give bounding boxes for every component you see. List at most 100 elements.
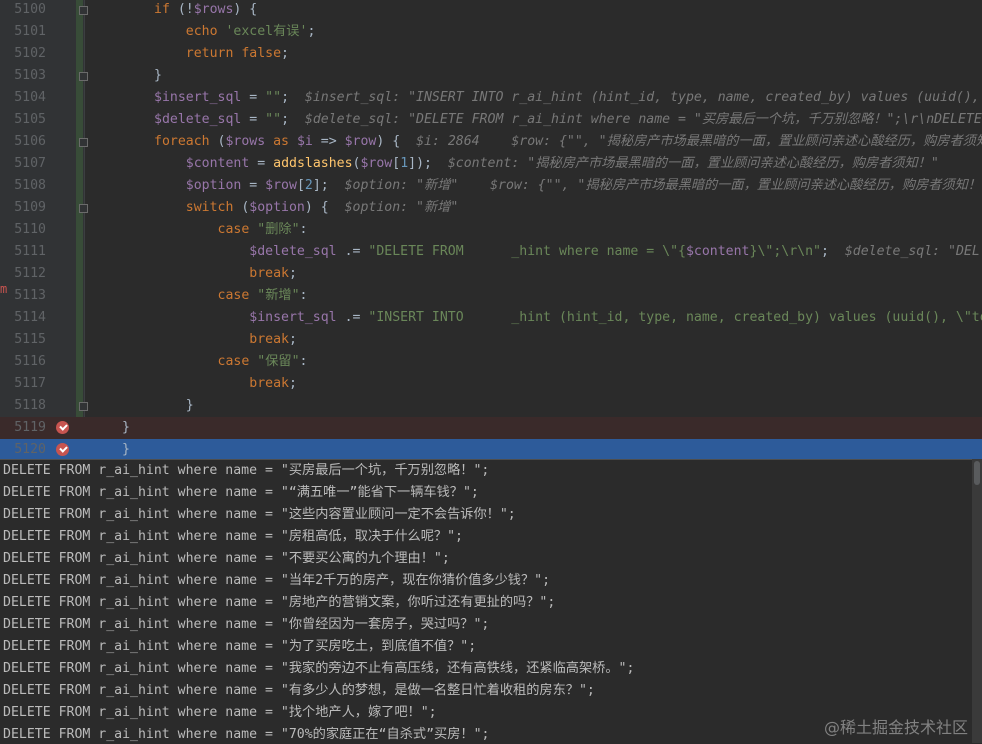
code-text[interactable]: $content = addslashes($row[1]); $content… (154, 153, 939, 175)
code-text[interactable]: case "保留": (154, 351, 308, 373)
popup-line[interactable]: DELETE FROM r_ai_hint where name = "不要买公… (0, 548, 972, 570)
code-text[interactable]: $option = $row[2]; $option: "新增" $row: {… (154, 175, 981, 197)
code-text[interactable]: case "删除": (154, 219, 308, 241)
code-line-5104: 5104 $insert_sql = ""; $insert_sql: "INSE… (0, 87, 982, 109)
line-number[interactable]: 5117 (0, 373, 46, 395)
code-line-5117: 5117 break; (0, 373, 982, 395)
line-number[interactable]: 5104 (0, 87, 46, 109)
line-number[interactable]: 5105 (0, 109, 46, 131)
code-text[interactable]: break; (154, 329, 297, 351)
code-token: ; (288, 266, 297, 281)
line-number[interactable]: 5115 (0, 329, 46, 351)
line-number[interactable]: 5103 (0, 65, 46, 87)
code-text[interactable]: } (122, 417, 130, 439)
line-number[interactable]: 5107 (0, 153, 46, 175)
code-line-5119: 5119} (0, 417, 982, 439)
code-editor[interactable]: 5100 if (!$rows) {5101 echo 'excel有误'; 510… (0, 0, 982, 459)
popup-line[interactable]: DELETE FROM r_ai_hint where name = "这些内容… (0, 504, 972, 526)
code-line-5110: 5110 case "删除": (0, 219, 982, 241)
code-token: = (249, 156, 274, 171)
fold-icon[interactable] (79, 138, 88, 147)
line-number[interactable]: 5111 (0, 241, 46, 263)
breakpoint-icon[interactable] (56, 443, 69, 456)
popup-line[interactable]: DELETE FROM r_ai_hint where name = "有多少人… (0, 680, 972, 702)
code-text[interactable]: $delete_sql = ""; $delete_sql: "DELETE F… (154, 109, 982, 131)
code-text[interactable]: switch ($option) { $option: "新增" (154, 197, 459, 219)
code-token: "保留" (257, 354, 300, 369)
popup-line[interactable]: DELETE FROM r_ai_hint where name = "房地产的… (0, 592, 972, 614)
code-token: ( (233, 200, 250, 215)
code-token: ]); (408, 156, 448, 171)
line-number[interactable]: 5102 (0, 43, 46, 65)
line-number[interactable]: 5116 (0, 351, 46, 373)
scrollbar-thumb[interactable] (974, 461, 980, 485)
fold-icon[interactable] (79, 6, 88, 15)
code-token: = (241, 178, 266, 193)
line-number[interactable]: 5108 (0, 175, 46, 197)
code-token: $option (249, 200, 305, 215)
fold-icon[interactable] (79, 402, 88, 411)
line-number[interactable]: 5100 (0, 0, 46, 21)
code-token: case (217, 222, 250, 237)
line-number[interactable]: 5110 (0, 219, 46, 241)
code-token: } (122, 442, 130, 457)
fold-icon[interactable] (79, 72, 88, 81)
code-text[interactable]: if (!$rows) { (154, 0, 257, 21)
code-text[interactable]: $insert_sql = ""; $insert_sql: "INSERT I… (154, 87, 980, 109)
line-number[interactable]: 5106 (0, 131, 46, 153)
popup-line[interactable]: DELETE FROM r_ai_hint where name = "为了买房… (0, 636, 972, 658)
code-text[interactable]: } (154, 395, 194, 417)
code-text[interactable]: $delete_sql .= "DELETE FROM _hint where … (154, 241, 980, 263)
code-text[interactable]: break; (154, 373, 297, 395)
code-line-5100: 5100 if (!$rows) { (0, 0, 982, 21)
popup-line[interactable]: DELETE FROM r_ai_hint where name = "你曾经因… (0, 614, 972, 636)
code-text[interactable]: break; (154, 263, 297, 285)
code-text[interactable]: case "新增": (154, 285, 308, 307)
code-token: addslashes (273, 156, 353, 171)
breakpoint-icon[interactable] (56, 421, 69, 434)
code-token: } (122, 420, 130, 435)
line-number[interactable]: 5118 (0, 395, 46, 417)
line-number[interactable]: 5101 (0, 21, 46, 43)
code-token: $delete_sql: "DEL (844, 244, 980, 259)
code-token: "删除" (257, 222, 300, 237)
code-text[interactable]: } (122, 439, 130, 459)
code-token: ; (820, 244, 845, 259)
code-text[interactable]: foreach ($rows as $i => $row) { $i: 2864… (154, 131, 982, 153)
code-token: } (154, 398, 194, 413)
line-number[interactable]: 5120 (0, 439, 46, 459)
code-token: ; (281, 112, 305, 127)
code-token: : (299, 288, 308, 303)
line-number[interactable]: 5119 (0, 417, 46, 439)
code-token: ; (288, 376, 297, 391)
popup-line[interactable]: DELETE FROM r_ai_hint where name = "我家的旁… (0, 658, 972, 680)
code-token: $rows (225, 134, 266, 149)
popup-scrollbar[interactable] (972, 459, 982, 743)
code-token: ; (307, 24, 316, 39)
code-token: foreach (154, 134, 210, 149)
line-number[interactable]: 5114 (0, 307, 46, 329)
value-popup[interactable]: DELETE FROM r_ai_hint where name = "买房最后… (0, 459, 972, 744)
code-token: $insert_sql (154, 90, 242, 105)
code-token: ; (281, 90, 305, 105)
code-line-5111: 5111 $delete_sql .= "DELETE FROM _hint w… (0, 241, 982, 263)
code-text[interactable]: return false; (154, 43, 289, 65)
code-token: $option: "新增" $row: {"", "揭秘房产市场最黑暗的一面，置… (344, 178, 981, 193)
code-text[interactable]: echo 'excel有误'; (154, 21, 316, 43)
fold-icon[interactable] (79, 204, 88, 213)
popup-line[interactable]: DELETE FROM r_ai_hint where name = "“满五唯… (0, 482, 972, 504)
code-token: $delete_sql (249, 244, 337, 259)
popup-line[interactable]: DELETE FROM r_ai_hint where name = "当年2千… (0, 570, 972, 592)
line-number[interactable]: 5109 (0, 197, 46, 219)
code-token: $row (360, 156, 393, 171)
code-token: = (241, 90, 266, 105)
code-text[interactable]: } (154, 65, 162, 87)
code-token: : (299, 222, 308, 237)
code-text[interactable]: $insert_sql .= "INSERT INTO _hint (hint_… (154, 307, 982, 329)
popup-line[interactable]: DELETE FROM r_ai_hint where name = "房租高低… (0, 526, 972, 548)
popup-line[interactable]: DELETE FROM r_ai_hint where name = "买房最后… (0, 460, 972, 482)
